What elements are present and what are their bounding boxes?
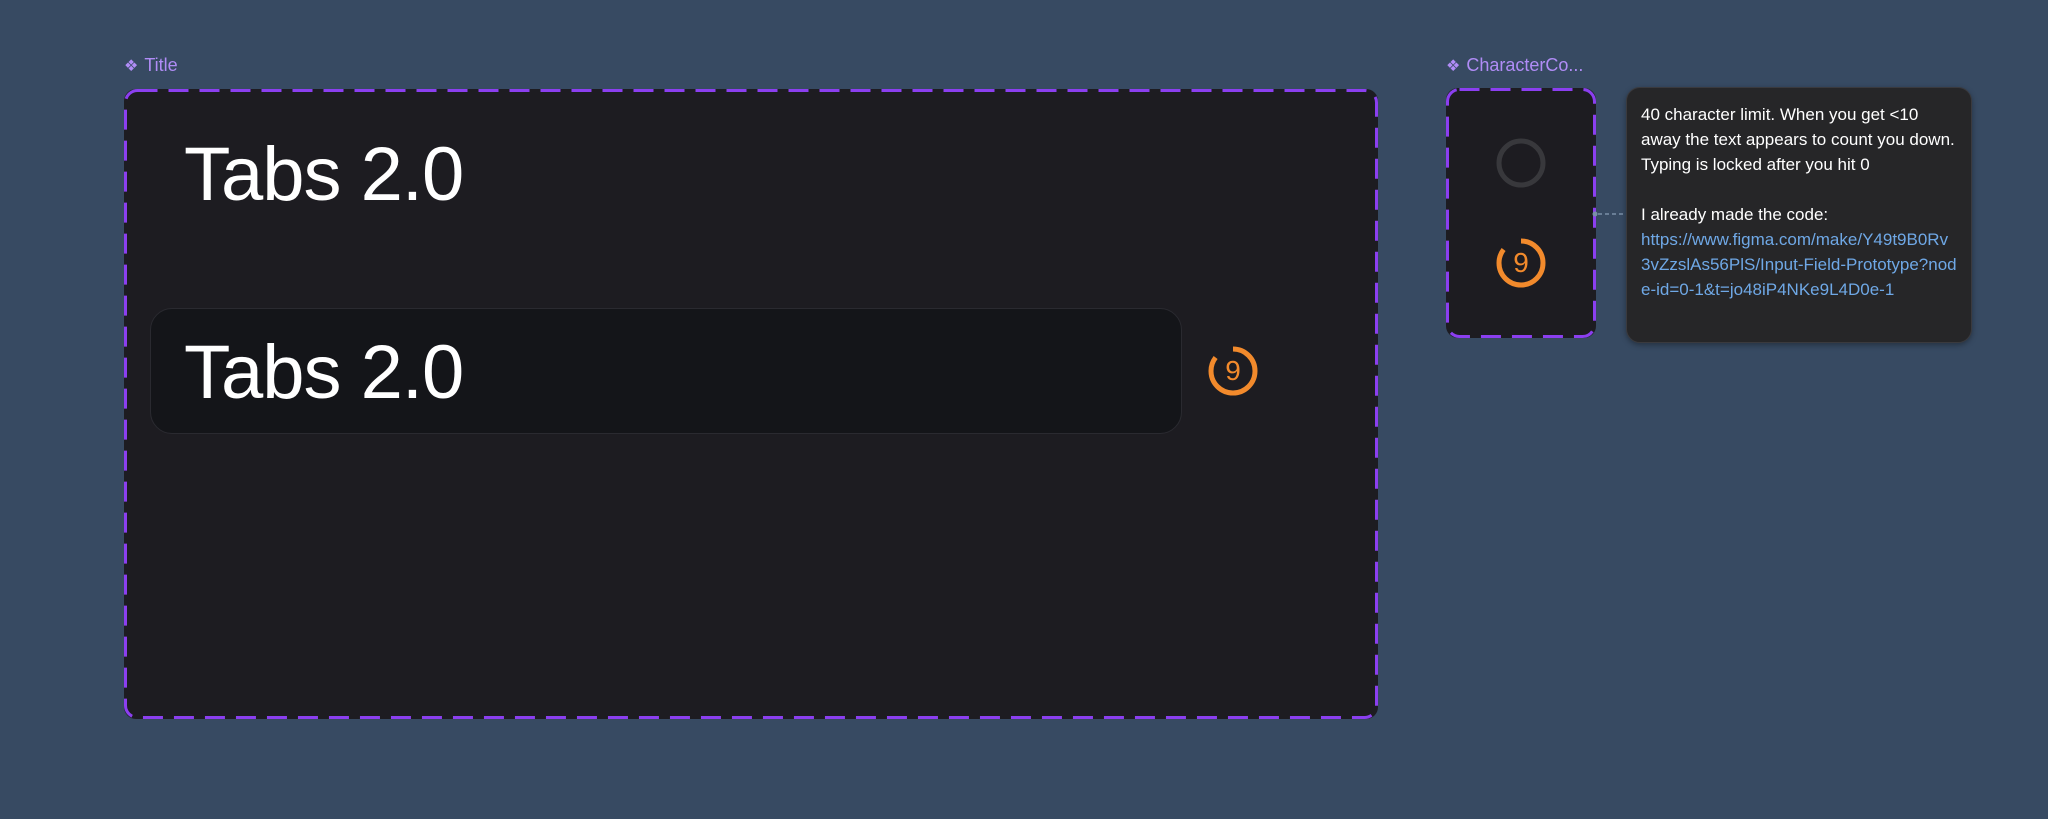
counter-value: 9 bbox=[1225, 355, 1241, 386]
title-component-frame[interactable]: Tabs 2.0 Tabs 2.0 9 bbox=[124, 89, 1378, 719]
counter-countdown-state: 9 bbox=[1495, 237, 1547, 289]
component-icon: ❖ bbox=[124, 57, 139, 75]
character-counter: 9 bbox=[1207, 345, 1259, 397]
title-component-label[interactable]: ❖ Title bbox=[124, 55, 178, 76]
counter-empty-state bbox=[1495, 137, 1547, 189]
note-text: I already made the code: bbox=[1641, 205, 1829, 224]
title-heading: Tabs 2.0 bbox=[184, 132, 464, 217]
note-spacer bbox=[1641, 177, 1957, 202]
component-icon: ❖ bbox=[1446, 57, 1461, 75]
counter-component-label[interactable]: ❖ CharacterCo... bbox=[1446, 55, 1583, 76]
counter-component-frame[interactable]: 9 bbox=[1446, 88, 1596, 338]
counter-value: 9 bbox=[1513, 247, 1529, 278]
figma-link[interactable]: https://www.figma.com/make/Y49t9B0Rv3vZz… bbox=[1641, 227, 1957, 302]
title-input-value[interactable]: Tabs 2.0 bbox=[184, 335, 464, 411]
note-text: 40 character limit. When you get <10 awa… bbox=[1641, 105, 1955, 174]
annotation-connector bbox=[1592, 211, 1628, 217]
title-component-name: Title bbox=[144, 55, 178, 75]
counter-component-name: CharacterCo... bbox=[1466, 55, 1584, 75]
title-input-field[interactable]: Tabs 2.0 bbox=[150, 308, 1182, 434]
progress-ring-empty-icon bbox=[1496, 138, 1546, 188]
component-dashed-border bbox=[1446, 88, 1596, 338]
annotation-note[interactable]: 40 character limit. When you get <10 awa… bbox=[1626, 87, 1972, 343]
